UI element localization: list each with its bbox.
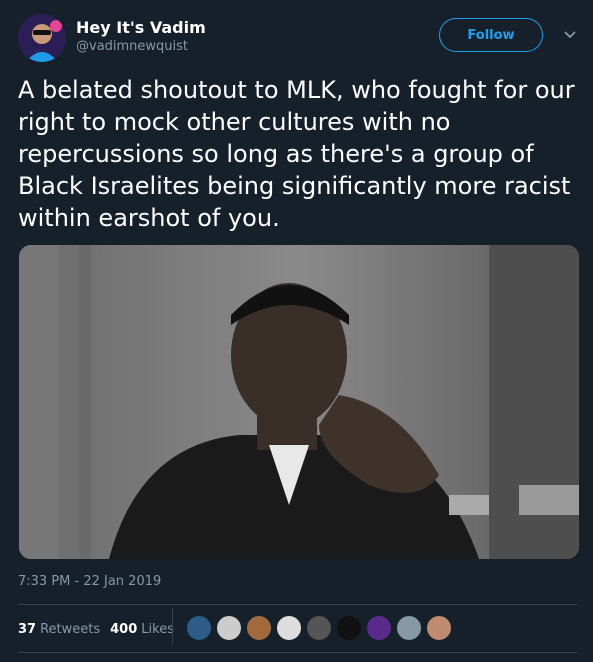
liker-avatar[interactable] [246, 615, 272, 641]
liker-avatar[interactable] [396, 615, 422, 641]
retweets-count: 37 [18, 621, 37, 637]
stats-separator [172, 608, 173, 644]
liker-avatars [186, 615, 456, 641]
tweet-timestamp[interactable]: 7:33 PM - 22 Jan 2019 [18, 574, 161, 589]
user-names: Hey It's Vadim @vadimnewquist [76, 18, 206, 56]
follow-button[interactable]: Follow [439, 18, 543, 52]
avatar-image-icon [18, 14, 66, 62]
user-handle[interactable]: @vadimnewquist [76, 38, 206, 56]
tweet-card: Hey It's Vadim @vadimnewquist Follow A b… [0, 0, 593, 662]
likes-stat[interactable]: 400 Likes [110, 622, 174, 637]
liker-avatar[interactable] [366, 615, 392, 641]
tweet-header: Hey It's Vadim @vadimnewquist Follow [18, 14, 577, 62]
likes-label: Likes [141, 621, 174, 637]
divider-bottom [18, 652, 577, 653]
tweet-stats: 37 Retweets 400 Likes [18, 614, 184, 644]
liker-avatar[interactable] [186, 615, 212, 641]
display-name[interactable]: Hey It's Vadim [76, 18, 206, 38]
liker-avatar[interactable] [426, 615, 452, 641]
tweet-photo[interactable] [19, 245, 579, 559]
divider-top [18, 604, 577, 605]
liker-avatar[interactable] [336, 615, 362, 641]
chevron-down-icon[interactable] [563, 28, 577, 42]
liker-avatar[interactable] [216, 615, 242, 641]
retweets-label: Retweets [40, 621, 101, 637]
user-avatar[interactable] [18, 14, 66, 62]
retweets-stat[interactable]: 37 Retweets [18, 622, 100, 637]
likes-count: 400 [110, 621, 138, 637]
mlk-photo-image [19, 245, 579, 559]
tweet-text: A belated shoutout to MLK, who fought fo… [18, 76, 575, 232]
liker-avatar[interactable] [306, 615, 332, 641]
liker-avatar[interactable] [276, 615, 302, 641]
